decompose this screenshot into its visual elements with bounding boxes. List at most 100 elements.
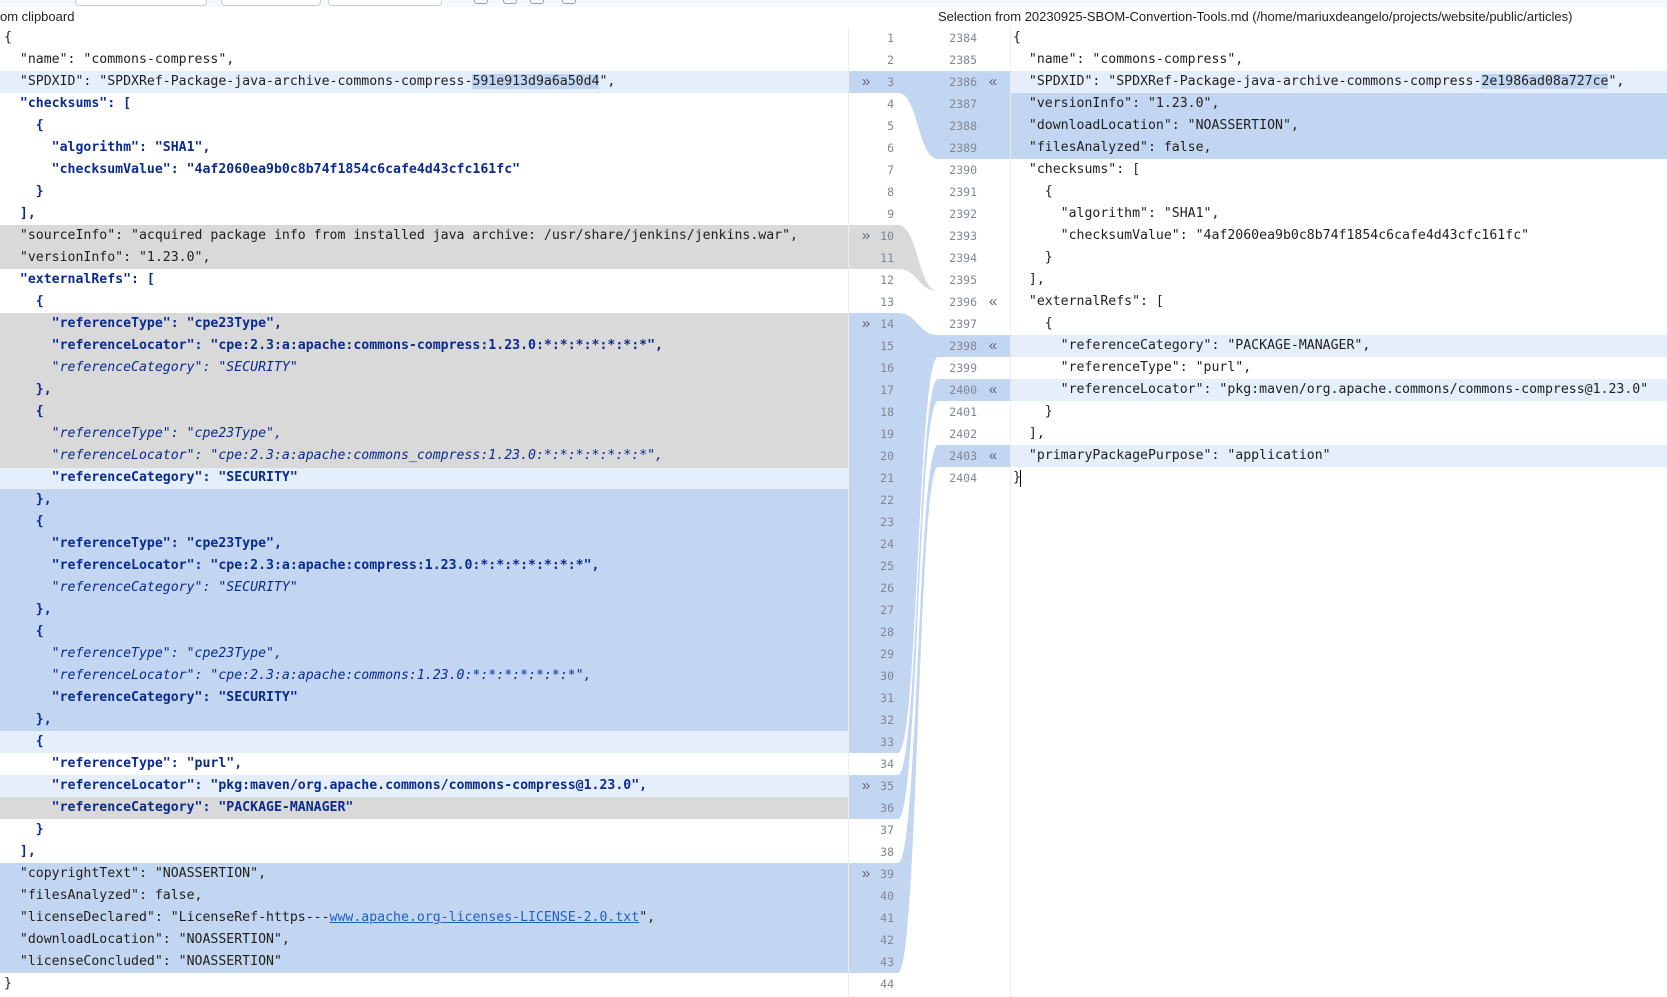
toolbar-dropdown-highlighting[interactable] bbox=[328, 0, 442, 6]
right-code-line[interactable]: "name": "commons-compress", bbox=[1011, 49, 1667, 71]
right-code-line[interactable]: { bbox=[1011, 27, 1667, 49]
left-code-line[interactable]: { bbox=[0, 621, 848, 643]
right-code-line[interactable]: "versionInfo": "1.23.0", bbox=[1011, 93, 1667, 115]
apply-left-change-icon[interactable]: » bbox=[858, 71, 874, 93]
left-code-line[interactable]: "referenceCategory": "PACKAGE-MANAGER" bbox=[0, 797, 848, 819]
right-code-line[interactable]: "SPDXID": "SPDXRef-Package-java-archive-… bbox=[1011, 71, 1667, 93]
left-code-line[interactable]: "referenceLocator": "cpe:2.3:a:apache:co… bbox=[0, 445, 848, 467]
right-code-line[interactable]: "referenceCategory": "PACKAGE-MANAGER", bbox=[1011, 335, 1667, 357]
left-code-line[interactable]: ], bbox=[0, 203, 848, 225]
right-inline-change: 2e1986ad08a727ce bbox=[1481, 74, 1609, 89]
right-code-text: } bbox=[1013, 404, 1053, 419]
right-code-line[interactable]: "referenceLocator": "pkg:maven/org.apach… bbox=[1011, 379, 1667, 401]
left-code-line[interactable]: { bbox=[0, 731, 848, 753]
left-code-line[interactable]: "sourceInfo": "acquired package info fro… bbox=[0, 225, 848, 247]
left-code-text: "referenceCategory": "PACKAGE-MANAGER" bbox=[4, 800, 354, 815]
left-editor-pane[interactable]: { "name": "commons-compress", "SPDXID": … bbox=[0, 27, 848, 997]
left-line-number: 1 bbox=[887, 31, 894, 45]
left-code-line[interactable]: "licenseDeclared": "LicenseRef-https---w… bbox=[0, 907, 848, 929]
right-code-line[interactable]: { bbox=[1011, 181, 1667, 203]
left-code-line[interactable]: "referenceLocator": "cpe:2.3:a:apache:co… bbox=[0, 335, 848, 357]
left-code-line[interactable]: "externalRefs": [ bbox=[0, 269, 848, 291]
left-code-line[interactable]: } bbox=[0, 819, 848, 841]
toolbar-dropdown-viewer[interactable] bbox=[75, 0, 207, 6]
left-code-line[interactable]: { bbox=[0, 27, 848, 49]
right-code-line[interactable]: "checksums": [ bbox=[1011, 159, 1667, 181]
right-code-line[interactable]: "checksumValue": "4af2060ea9b0c8b74f1854… bbox=[1011, 225, 1667, 247]
left-code-line[interactable]: "referenceType": "purl", bbox=[0, 753, 848, 775]
left-code-line[interactable]: } bbox=[0, 181, 848, 203]
right-code-line[interactable]: "filesAnalyzed": false, bbox=[1011, 137, 1667, 159]
apply-left-change-icon[interactable]: » bbox=[858, 863, 874, 885]
apply-right-change-icon[interactable]: « bbox=[985, 379, 1001, 401]
left-code-line[interactable]: "referenceType": "cpe23Type", bbox=[0, 313, 848, 335]
left-code-line[interactable]: "checksumValue": "4af2060ea9b0c8b74f1854… bbox=[0, 159, 848, 181]
right-code-line[interactable]: "primaryPackagePurpose": "application" bbox=[1011, 445, 1667, 467]
left-code-line[interactable]: "SPDXID": "SPDXRef-Package-java-archive-… bbox=[0, 71, 848, 93]
apply-right-change-icon[interactable]: « bbox=[985, 335, 1001, 357]
left-code-line[interactable]: "copyrightText": "NOASSERTION", bbox=[0, 863, 848, 885]
left-line-number: 40 bbox=[880, 889, 894, 903]
left-code-text: { bbox=[4, 514, 44, 529]
right-line-number: 2400 bbox=[949, 383, 977, 397]
right-editor-pane[interactable]: { "name": "commons-compress", "SPDXID": … bbox=[1011, 27, 1667, 997]
left-code-line[interactable]: "referenceType": "cpe23Type", bbox=[0, 533, 848, 555]
toolbar-dropdown-whitespace[interactable] bbox=[221, 0, 321, 6]
left-code-line[interactable]: "referenceCategory": "SECURITY" bbox=[0, 357, 848, 379]
right-line-number: 2390 bbox=[949, 163, 977, 177]
right-code-line[interactable]: "externalRefs": [ bbox=[1011, 291, 1667, 313]
left-code-line[interactable]: "filesAnalyzed": false, bbox=[0, 885, 848, 907]
left-code-line[interactable]: "referenceType": "cpe23Type", bbox=[0, 423, 848, 445]
left-code-line[interactable]: "referenceType": "cpe23Type", bbox=[0, 643, 848, 665]
left-code-text: ], bbox=[4, 844, 36, 859]
apply-left-change-icon[interactable]: » bbox=[858, 313, 874, 335]
left-line-number: 22 bbox=[880, 493, 894, 507]
left-code-line[interactable]: { bbox=[0, 115, 848, 137]
left-code-line[interactable]: "name": "commons-compress", bbox=[0, 49, 848, 71]
right-code-line[interactable]: { bbox=[1011, 313, 1667, 335]
left-code-line[interactable]: { bbox=[0, 401, 848, 423]
left-code-line[interactable]: "algorithm": "SHA1", bbox=[0, 137, 848, 159]
help-icon[interactable] bbox=[562, 0, 576, 4]
apply-right-change-icon[interactable]: « bbox=[985, 71, 1001, 93]
right-code-line[interactable]: } bbox=[1011, 467, 1667, 489]
apply-left-change-icon[interactable]: » bbox=[858, 225, 874, 247]
left-code-line[interactable]: "checksums": [ bbox=[0, 93, 848, 115]
left-code-line[interactable]: "versionInfo": "1.23.0", bbox=[0, 247, 848, 269]
settings-icon[interactable] bbox=[474, 0, 488, 4]
left-code-line[interactable]: }, bbox=[0, 709, 848, 731]
right-line-number: 2388 bbox=[949, 119, 977, 133]
right-code-line[interactable]: "downloadLocation": "NOASSERTION", bbox=[1011, 115, 1667, 137]
apply-left-change-icon[interactable]: » bbox=[858, 775, 874, 797]
right-code-line[interactable]: ], bbox=[1011, 423, 1667, 445]
license-url-link[interactable]: www.apache.org-licenses-LICENSE-2.0.txt bbox=[330, 910, 640, 925]
right-code-line[interactable]: } bbox=[1011, 247, 1667, 269]
left-code-line[interactable]: "referenceLocator": "cpe:2.3:a:apache:co… bbox=[0, 555, 848, 577]
left-code-line[interactable]: }, bbox=[0, 379, 848, 401]
left-code-line[interactable]: "referenceLocator": "pkg:maven/org.apach… bbox=[0, 775, 848, 797]
left-code-line[interactable]: }, bbox=[0, 489, 848, 511]
left-code-line[interactable]: { bbox=[0, 511, 848, 533]
left-code-line[interactable]: "referenceCategory": "SECURITY" bbox=[0, 577, 848, 599]
left-code-line[interactable]: "referenceCategory": "SECURITY" bbox=[0, 687, 848, 709]
left-code-line[interactable]: "referenceCategory": "SECURITY" bbox=[0, 467, 848, 489]
left-code-line[interactable]: } bbox=[0, 973, 848, 995]
apply-right-change-icon[interactable]: « bbox=[985, 291, 1001, 313]
right-code-line[interactable]: ], bbox=[1011, 269, 1667, 291]
left-code-line[interactable]: "licenseConcluded": "NOASSERTION" bbox=[0, 951, 848, 973]
left-code-line[interactable]: "referenceLocator": "cpe:2.3:a:apache:co… bbox=[0, 665, 848, 687]
left-code-line[interactable]: "downloadLocation": "NOASSERTION", bbox=[0, 929, 848, 951]
right-code-text: "downloadLocation": "NOASSERTION", bbox=[1013, 118, 1299, 133]
sync-scroll-icon[interactable] bbox=[503, 0, 517, 4]
right-code-line[interactable]: } bbox=[1011, 401, 1667, 423]
left-code-line[interactable]: { bbox=[0, 291, 848, 313]
left-line-number: 18 bbox=[880, 405, 894, 419]
collapse-icon[interactable] bbox=[530, 0, 544, 4]
left-code-line[interactable]: }, bbox=[0, 599, 848, 621]
left-code-line[interactable]: ], bbox=[0, 841, 848, 863]
left-code-text: "referenceType": "purl", bbox=[4, 756, 243, 771]
right-code-line[interactable]: "referenceType": "purl", bbox=[1011, 357, 1667, 379]
right-code-line[interactable]: "algorithm": "SHA1", bbox=[1011, 203, 1667, 225]
left-code-text: "checksums": [ bbox=[4, 96, 132, 111]
apply-right-change-icon[interactable]: « bbox=[985, 445, 1001, 467]
